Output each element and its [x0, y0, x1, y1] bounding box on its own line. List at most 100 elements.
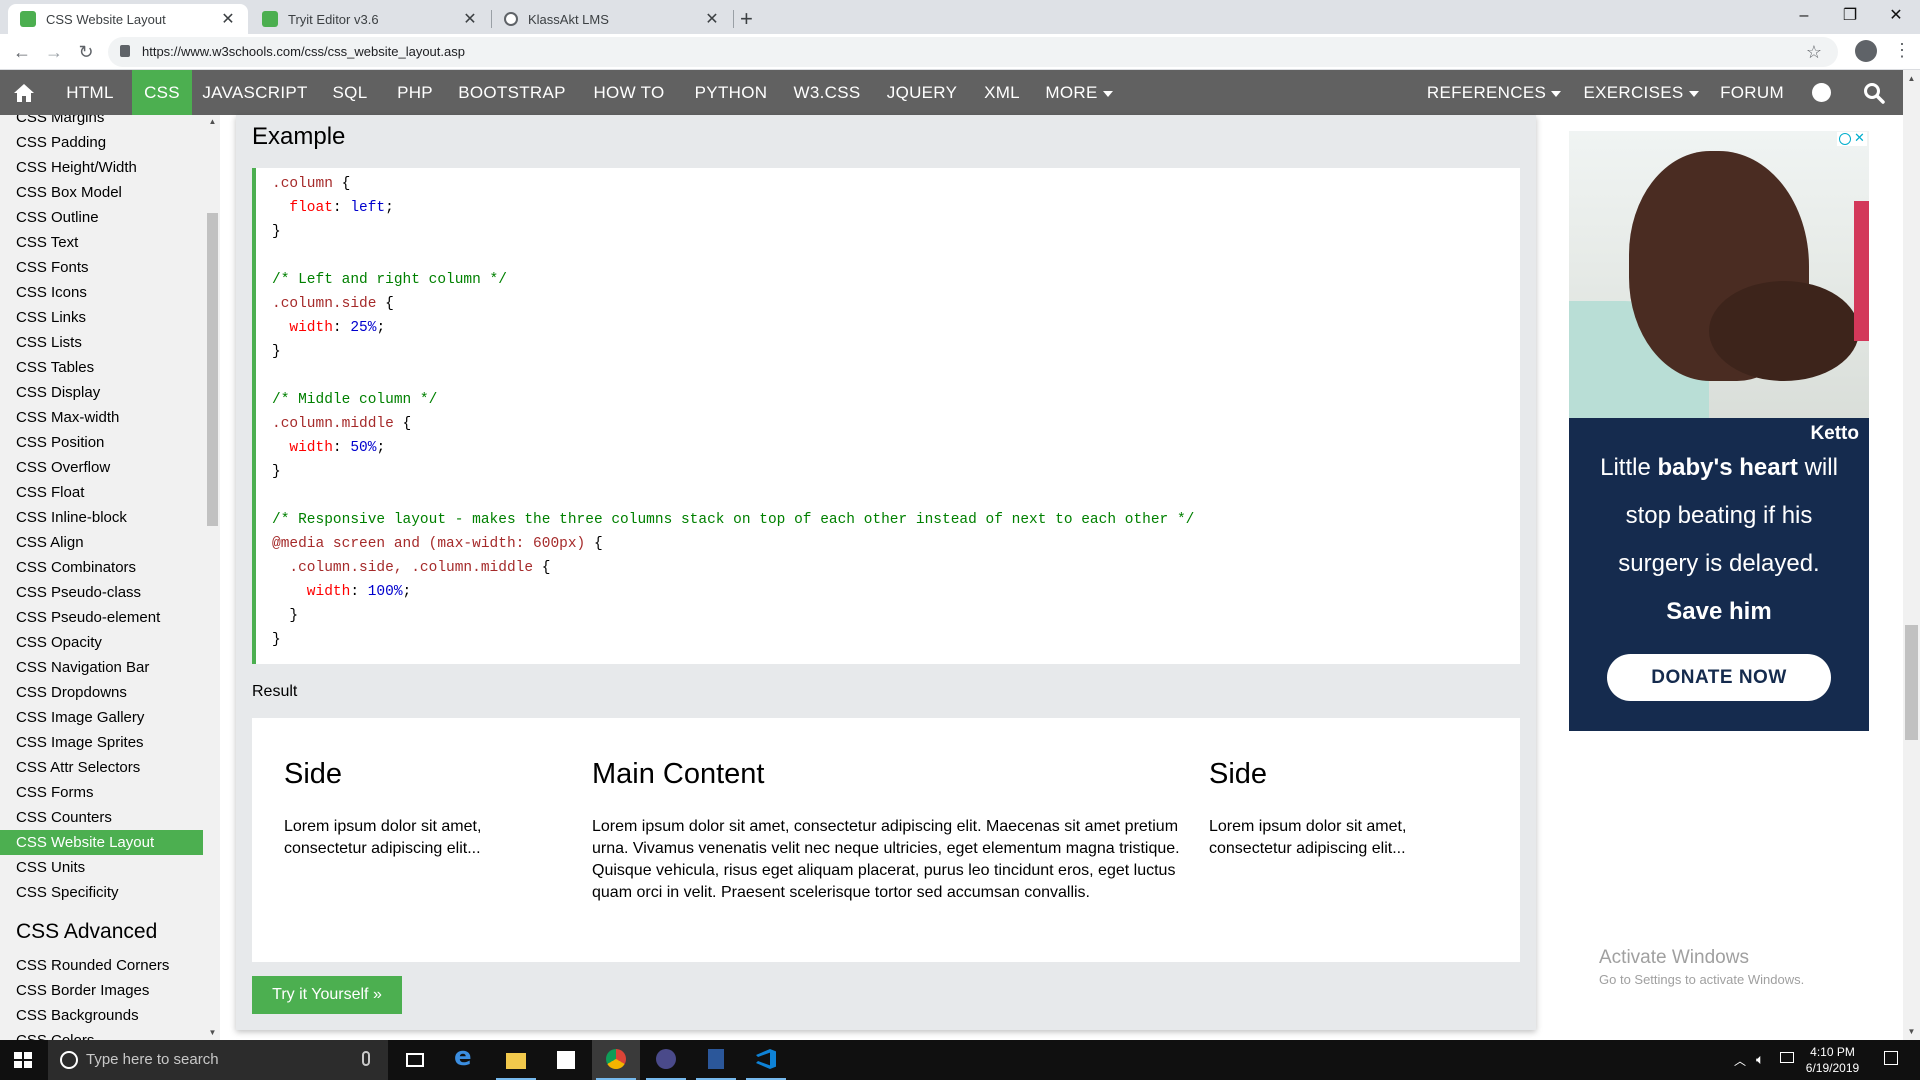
scroll-up-icon[interactable]: ▲ — [207, 117, 218, 126]
sidebar-item[interactable]: CSS Counters — [0, 805, 203, 830]
scroll-down-icon[interactable]: ▼ — [1903, 1027, 1920, 1036]
sidebar-item[interactable]: CSS Align — [0, 530, 203, 555]
try-it-yourself-button[interactable]: Try it Yourself » — [252, 976, 402, 1014]
ad-close-icon[interactable]: ✕ — [1854, 131, 1865, 146]
sidebar-item[interactable]: CSS Overflow — [0, 455, 203, 480]
nav-php[interactable]: PHP — [382, 70, 448, 115]
sidebar-scrollbar-thumb[interactable] — [207, 213, 218, 526]
sidebar-item[interactable]: CSS Padding — [0, 130, 203, 155]
windows-start-icon[interactable] — [14, 1052, 32, 1069]
forward-icon[interactable]: → — [42, 40, 66, 64]
browser-tab[interactable]: KlassAkt LMS ✕ — [492, 4, 732, 34]
sidebar-item[interactable]: CSS Combinators — [0, 555, 203, 580]
home-icon[interactable] — [13, 82, 35, 104]
file-explorer-icon[interactable] — [492, 1040, 540, 1080]
sidebar-item[interactable]: CSS Max-width — [0, 405, 203, 430]
app-icon[interactable] — [642, 1040, 690, 1080]
browser-menu-icon[interactable]: ⋮ — [1893, 40, 1911, 61]
page-scrollbar[interactable] — [1903, 70, 1920, 1040]
nav-html[interactable]: HTML — [48, 70, 132, 115]
nav-forum[interactable]: FORUM — [1716, 70, 1788, 115]
sidebar-item[interactable]: CSS Position — [0, 430, 203, 455]
translate-globe-icon[interactable] — [1812, 83, 1831, 102]
tray-chevron-icon[interactable]: ︿ — [1734, 1052, 1746, 1069]
sidebar-item[interactable]: CSS Lists — [0, 330, 203, 355]
bookmark-star-icon[interactable]: ☆ — [1806, 42, 1822, 63]
sidebar-item[interactable]: CSS Image Gallery — [0, 705, 203, 730]
nav-css[interactable]: CSS — [132, 70, 192, 115]
sidebar-item[interactable]: CSS Outline — [0, 205, 203, 230]
sidebar-item[interactable]: CSS Navigation Bar — [0, 655, 203, 680]
sidebar-item[interactable]: CSS Attr Selectors — [0, 755, 203, 780]
sidebar-item-partial[interactable]: CSS Margins — [0, 115, 203, 130]
sidebar-item[interactable]: CSS Tables — [0, 355, 203, 380]
scroll-down-icon[interactable]: ▼ — [207, 1028, 218, 1037]
taskbar-search-box[interactable]: Type here to search — [48, 1040, 388, 1080]
sidebar-item[interactable]: CSS Text — [0, 230, 203, 255]
store-icon[interactable] — [542, 1040, 590, 1080]
back-icon[interactable]: ← — [10, 40, 34, 64]
profile-avatar-icon[interactable] — [1855, 40, 1877, 62]
sidebar-item-partial[interactable]: CSS Colors — [0, 1028, 203, 1040]
notification-icon[interactable] — [1884, 1051, 1898, 1065]
search-icon[interactable] — [1863, 82, 1885, 104]
page-scrollbar-thumb[interactable] — [1905, 625, 1918, 740]
task-view-icon[interactable] — [392, 1040, 440, 1080]
nav-javascript[interactable]: JAVASCRIPT — [192, 70, 318, 115]
sidebar-item[interactable]: CSS Dropdowns — [0, 680, 203, 705]
close-tab-icon[interactable]: ✕ — [220, 9, 236, 29]
nav-exercises[interactable]: EXERCISES — [1576, 70, 1706, 115]
address-bar[interactable]: https://www.w3schools.com/css/css_websit… — [108, 37, 1838, 67]
sidebar-item[interactable]: CSS Pseudo-element — [0, 605, 203, 630]
nav-xml[interactable]: XML — [970, 70, 1034, 115]
sidebar-item-rounded-corners[interactable]: CSS Rounded Corners — [0, 953, 203, 978]
system-clock[interactable]: 4:10 PM 6/19/2019 — [1795, 1044, 1870, 1076]
sidebar-item-backgrounds[interactable]: CSS Backgrounds — [0, 1003, 203, 1028]
reload-icon[interactable]: ↻ — [74, 40, 98, 64]
nav-sql[interactable]: SQL — [318, 70, 382, 115]
edge-browser-icon[interactable]: e — [442, 1040, 490, 1080]
sidebar-item[interactable]: CSS Opacity — [0, 630, 203, 655]
sidebar-item[interactable]: CSS Inline-block — [0, 505, 203, 530]
microphone-icon[interactable] — [362, 1051, 370, 1066]
sidebar-item[interactable]: CSS Display — [0, 380, 203, 405]
sidebar-item[interactable]: CSS Forms — [0, 780, 203, 805]
scroll-up-icon[interactable]: ▲ — [1903, 74, 1920, 83]
sidebar-item[interactable]: CSS Website Layout — [0, 830, 203, 855]
new-tab-icon[interactable]: + — [740, 6, 753, 32]
advertisement[interactable]: ✕ Ketto Little baby's heart will stop be… — [1569, 131, 1869, 731]
browser-tab[interactable]: Tryit Editor v3.6 ✕ — [250, 4, 490, 34]
network-icon[interactable] — [1780, 1052, 1794, 1063]
close-tab-icon[interactable]: ✕ — [704, 9, 720, 29]
word-document-icon[interactable] — [692, 1040, 740, 1080]
sidebar-item[interactable]: CSS Icons — [0, 280, 203, 305]
nav-w3css[interactable]: W3.CSS — [780, 70, 874, 115]
sidebar-item[interactable]: CSS Units — [0, 855, 203, 880]
sidebar-item[interactable]: CSS Box Model — [0, 180, 203, 205]
nav-how-to[interactable]: HOW TO — [576, 70, 682, 115]
sidebar-item[interactable]: CSS Links — [0, 305, 203, 330]
vscode-icon[interactable] — [742, 1040, 790, 1080]
sidebar-item[interactable]: CSS Fonts — [0, 255, 203, 280]
nav-bootstrap[interactable]: BOOTSTRAP — [448, 70, 576, 115]
minimize-icon[interactable]: – — [1781, 4, 1827, 28]
sidebar-item[interactable]: CSS Pseudo-class — [0, 580, 203, 605]
sidebar-item[interactable]: CSS Float — [0, 480, 203, 505]
donate-now-button[interactable]: DONATE NOW — [1607, 654, 1831, 701]
window-close-icon[interactable]: ✕ — [1873, 4, 1919, 28]
sidebar-item[interactable]: CSS Specificity — [0, 880, 203, 905]
browser-tab[interactable]: CSS Website Layout ✕ — [8, 4, 248, 34]
sidebar-item-border-images[interactable]: CSS Border Images — [0, 978, 203, 1003]
nav-references[interactable]: REFERENCES — [1424, 70, 1564, 115]
adchoices-badge[interactable]: ✕ — [1837, 131, 1867, 146]
sidebar-item[interactable]: CSS Height/Width — [0, 155, 203, 180]
nav-jquery[interactable]: JQUERY — [874, 70, 970, 115]
url-text[interactable]: https://www.w3schools.com/css/css_websit… — [142, 44, 465, 59]
volume-icon[interactable]: 🔈︎ — [1756, 1051, 1764, 1068]
sidebar-item[interactable]: CSS Image Sprites — [0, 730, 203, 755]
close-tab-icon[interactable]: ✕ — [462, 9, 478, 29]
nav-more[interactable]: MORE — [1034, 70, 1124, 115]
restore-icon[interactable]: ❐ — [1827, 4, 1873, 28]
nav-python[interactable]: PYTHON — [682, 70, 780, 115]
chrome-icon[interactable] — [592, 1040, 640, 1080]
